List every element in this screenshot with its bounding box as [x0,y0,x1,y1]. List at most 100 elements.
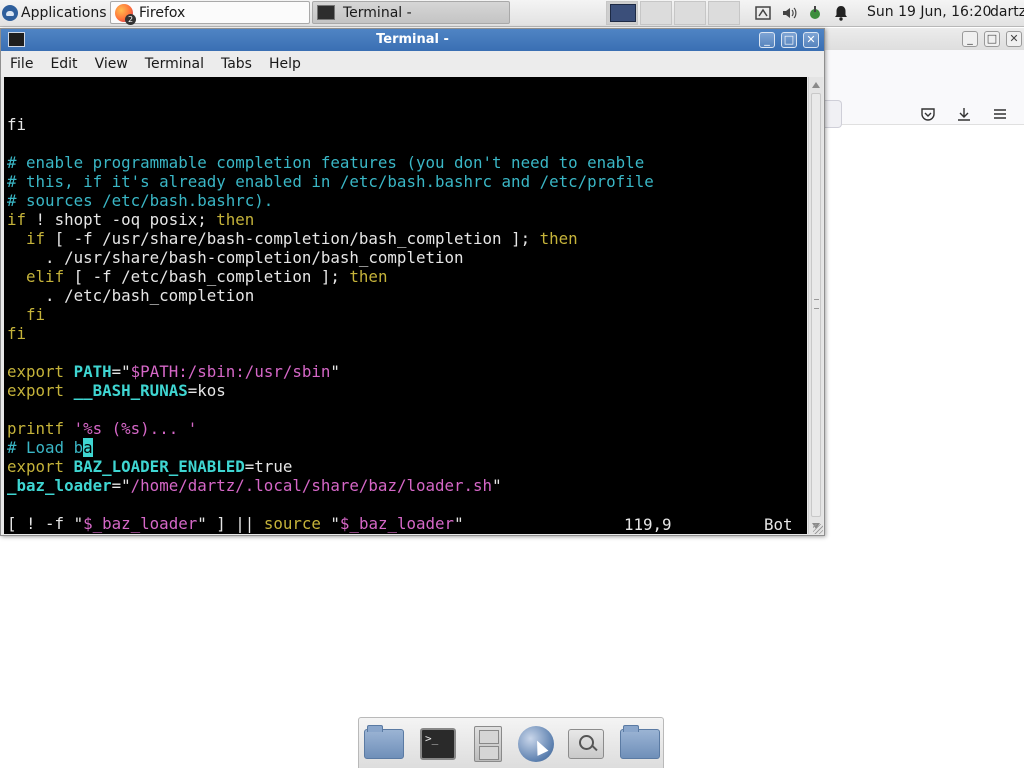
code-token: =kos [187,381,226,400]
taskbar-item-label: Terminal - [343,4,412,21]
code-token: then [216,210,255,229]
code-token: # enable programmable completion feature… [7,153,645,172]
file-manager-launcher[interactable] [467,724,509,764]
close-icon[interactable]: ✕ [803,32,819,48]
app-finder-launcher[interactable] [565,724,607,764]
code-token: fi [26,305,46,324]
code-token: =" [111,362,131,381]
terminal-line: . /usr/share/bash-completion/bash_comple… [4,248,807,267]
scrollbar-thumb[interactable] [811,93,821,517]
terminal-screen[interactable]: fi # enable programmable completion featu… [4,77,807,534]
firefox-titlebar: _ □ ✕ [824,28,1024,51]
notification-bell-icon[interactable] [832,4,850,22]
code-token: PATH [73,362,112,381]
user-name[interactable]: dartz [990,4,1024,20]
app-finder-icon [568,729,604,759]
top-panel: Applications 2 Firefox Terminal - Sun 19… [0,0,1024,27]
code-token: export [7,362,65,381]
terminal-line: fi [4,305,807,324]
code-token: then [539,229,578,248]
terminal-menu-bar: File Edit View Terminal Tabs Help [1,51,824,77]
menu-view[interactable]: View [86,56,136,72]
terminal-line: . /etc/bash_completion [4,286,807,305]
code-token: export [7,457,65,476]
window-count-badge: 2 [125,13,136,25]
firefox-url-bar[interactable] [824,100,842,128]
web-browser-launcher[interactable] [515,724,557,764]
resize-grip-icon[interactable] [813,524,823,534]
network-icon[interactable] [754,4,772,22]
workspace-switcher [604,0,740,26]
minimize-icon[interactable]: _ [962,31,978,47]
code-token: '%s (%s)... ' [73,419,198,438]
clock[interactable]: Sun 19 Jun, 16:20 [867,4,991,20]
terminal-line: # enable programmable completion feature… [4,153,807,172]
xfce-logo-icon [2,5,18,21]
terminal-line: export BAZ_LOADER_ENABLED=true [4,457,807,476]
terminal-line: elif [ -f /etc/bash_completion ]; then [4,267,807,286]
code-token: # Load b [7,438,84,457]
taskbar-item-firefox[interactable]: 2 Firefox [110,1,310,25]
terminal-line: # this, if it's already enabled in /etc/… [4,172,807,191]
code-token: [ -f /etc/bash_completion ]; [64,267,350,286]
close-icon[interactable]: ✕ [1006,31,1022,47]
file-manager-icon [474,726,502,762]
downloads-icon[interactable] [954,104,974,124]
code-token: BAZ_LOADER_ENABLED [73,457,245,476]
taskbar-item-terminal[interactable]: Terminal - [312,1,510,24]
terminal-launcher[interactable]: >_ [417,724,459,764]
minimize-icon[interactable]: _ [759,32,775,48]
terminal-line: _baz_loader="/home/dartz/.local/share/ba… [4,476,807,495]
code-token: export [7,381,65,400]
scroll-up-icon[interactable] [812,82,820,88]
code-token: . /etc/bash_completion [7,286,255,305]
code-token: =true [244,457,293,476]
terminal-scrollbar[interactable] [808,77,823,534]
workspace-1[interactable] [606,1,638,25]
scroll-indicator: Bot [764,515,793,534]
firefox-window: _ □ ✕ [824,28,1024,768]
menu-file[interactable]: File [1,56,41,72]
terminal-line: if [ -f /usr/share/bash-completion/bash_… [4,229,807,248]
workspace-3[interactable] [674,1,706,25]
menu-tabs[interactable]: Tabs [212,56,260,72]
vim-status-line: 119,9 Bot [4,515,807,534]
home-folder-launcher[interactable] [363,724,405,764]
terminal-line: fi [4,324,807,343]
code-token: . /usr/share/bash-completion/bash_comple… [7,248,464,267]
code-token: if [7,210,27,229]
terminal-icon [317,5,335,20]
terminal-line: printf '%s (%s)... ' [4,419,807,438]
menu-help[interactable]: Help [260,56,309,72]
pocket-icon[interactable] [918,104,938,124]
maximize-icon[interactable]: □ [984,31,1000,47]
terminal-icon: >_ [420,728,456,760]
volume-icon[interactable] [780,4,798,22]
code-token: # sources /etc/bash.bashrc). [7,191,274,210]
menu-terminal[interactable]: Terminal [136,56,212,72]
maximize-icon[interactable]: □ [781,32,797,48]
folder-launcher[interactable] [619,724,661,764]
folder-icon [620,725,660,759]
workspace-4[interactable] [708,1,740,25]
code-token: fi [7,324,27,343]
terminal-line: export PATH="$PATH:/sbin:/usr/sbin" [4,362,807,381]
workspace-2[interactable] [640,1,672,25]
hamburger-menu-icon[interactable] [990,104,1010,124]
code-token: [ -f /usr/share/bash-completion/bash_com… [45,229,540,248]
power-icon[interactable] [806,4,824,22]
code-token: printf [7,419,65,438]
applications-menu-button[interactable]: Applications [0,0,111,26]
window-title: Terminal - [376,32,449,47]
terminal-titlebar[interactable]: Terminal - _ □ ✕ [1,29,824,51]
menu-edit[interactable]: Edit [41,56,85,72]
